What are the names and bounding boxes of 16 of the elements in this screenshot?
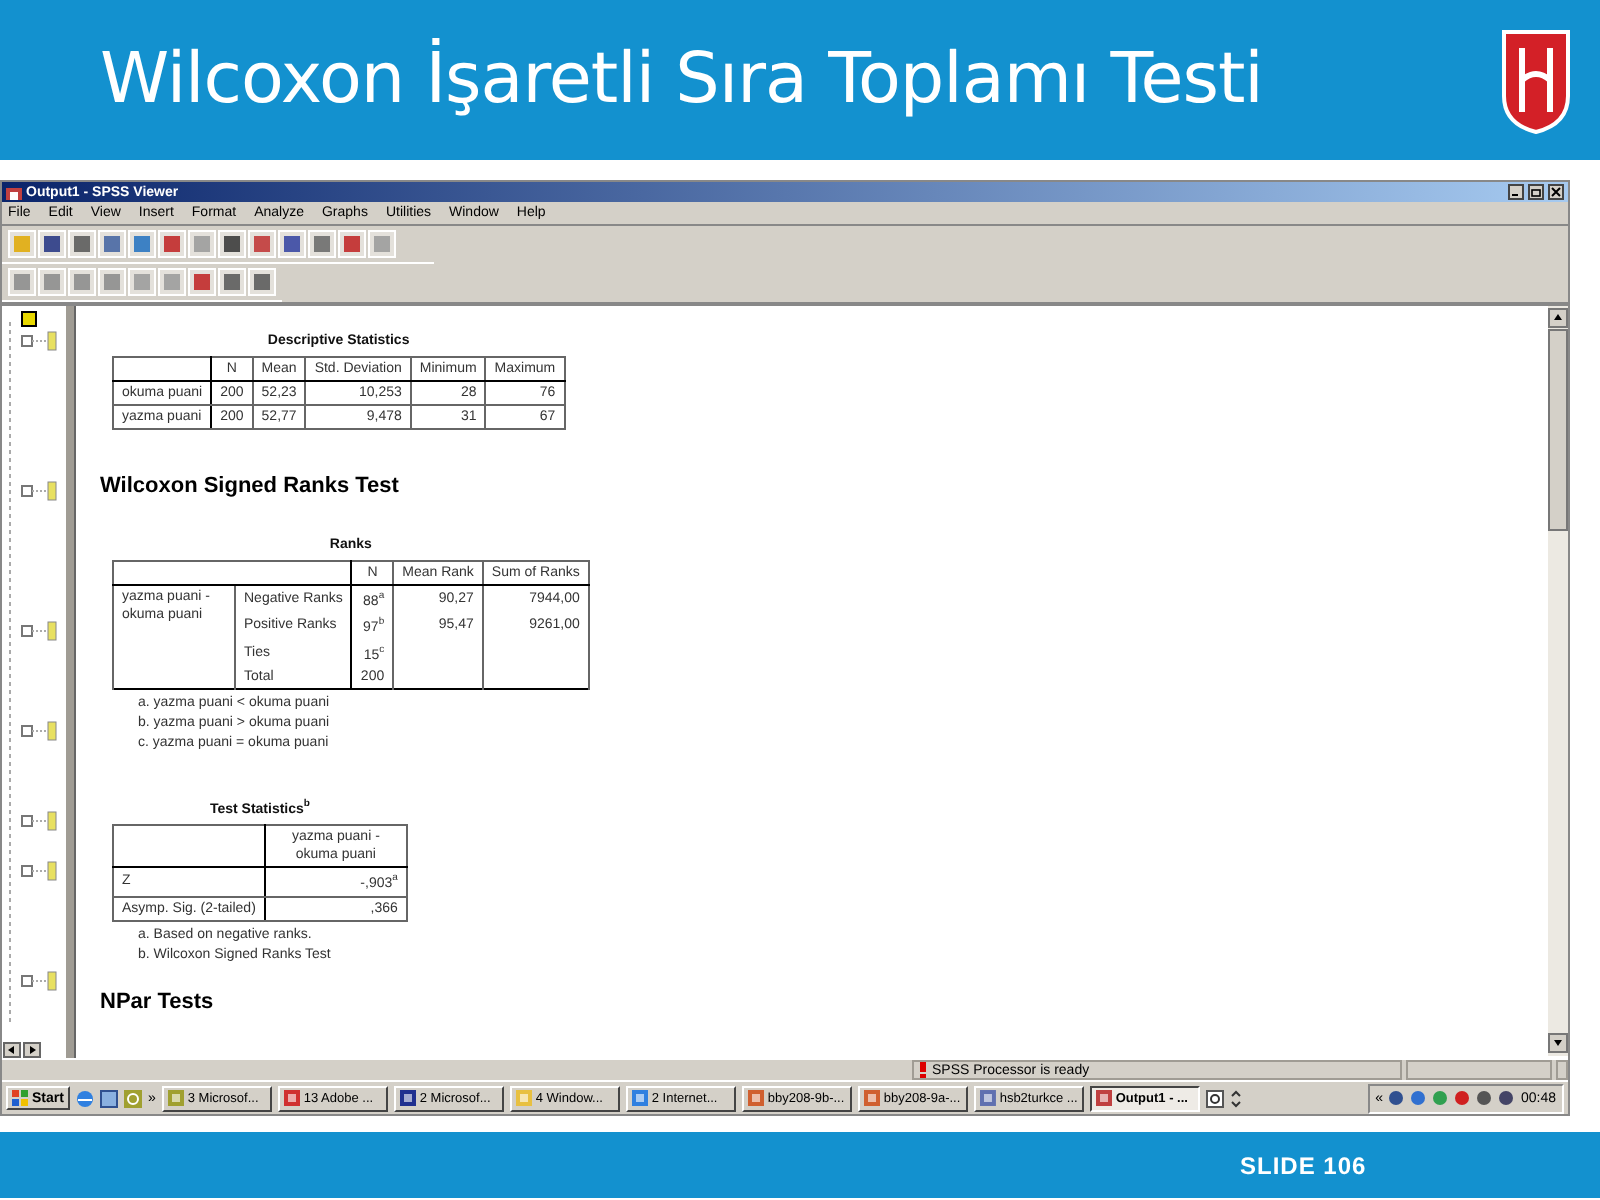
vertical-scrollbar[interactable] [1548, 306, 1568, 1056]
desktop-icon[interactable] [99, 1089, 118, 1107]
slide-number: SLIDE 106 [1240, 1151, 1367, 1179]
windows-flag-icon [12, 1090, 28, 1106]
app-icon [6, 185, 22, 199]
section-heading: NPar Tests [100, 989, 216, 1014]
minimize-icon[interactable] [1508, 184, 1524, 200]
section-heading: Wilcoxon Signed Ranks Test [100, 474, 401, 498]
app-icon[interactable] [123, 1089, 142, 1107]
university-logo [1496, 24, 1576, 136]
status-panel [1556, 1060, 1568, 1080]
warning-icon [918, 1062, 928, 1078]
restore-icon[interactable] [1528, 184, 1544, 200]
slide-title: Wilcoxon İşaretli Sıra Toplamı Testi [100, 40, 1263, 120]
close-icon[interactable] [1548, 184, 1564, 200]
scroll-arrows-icon[interactable] [1229, 1089, 1242, 1107]
